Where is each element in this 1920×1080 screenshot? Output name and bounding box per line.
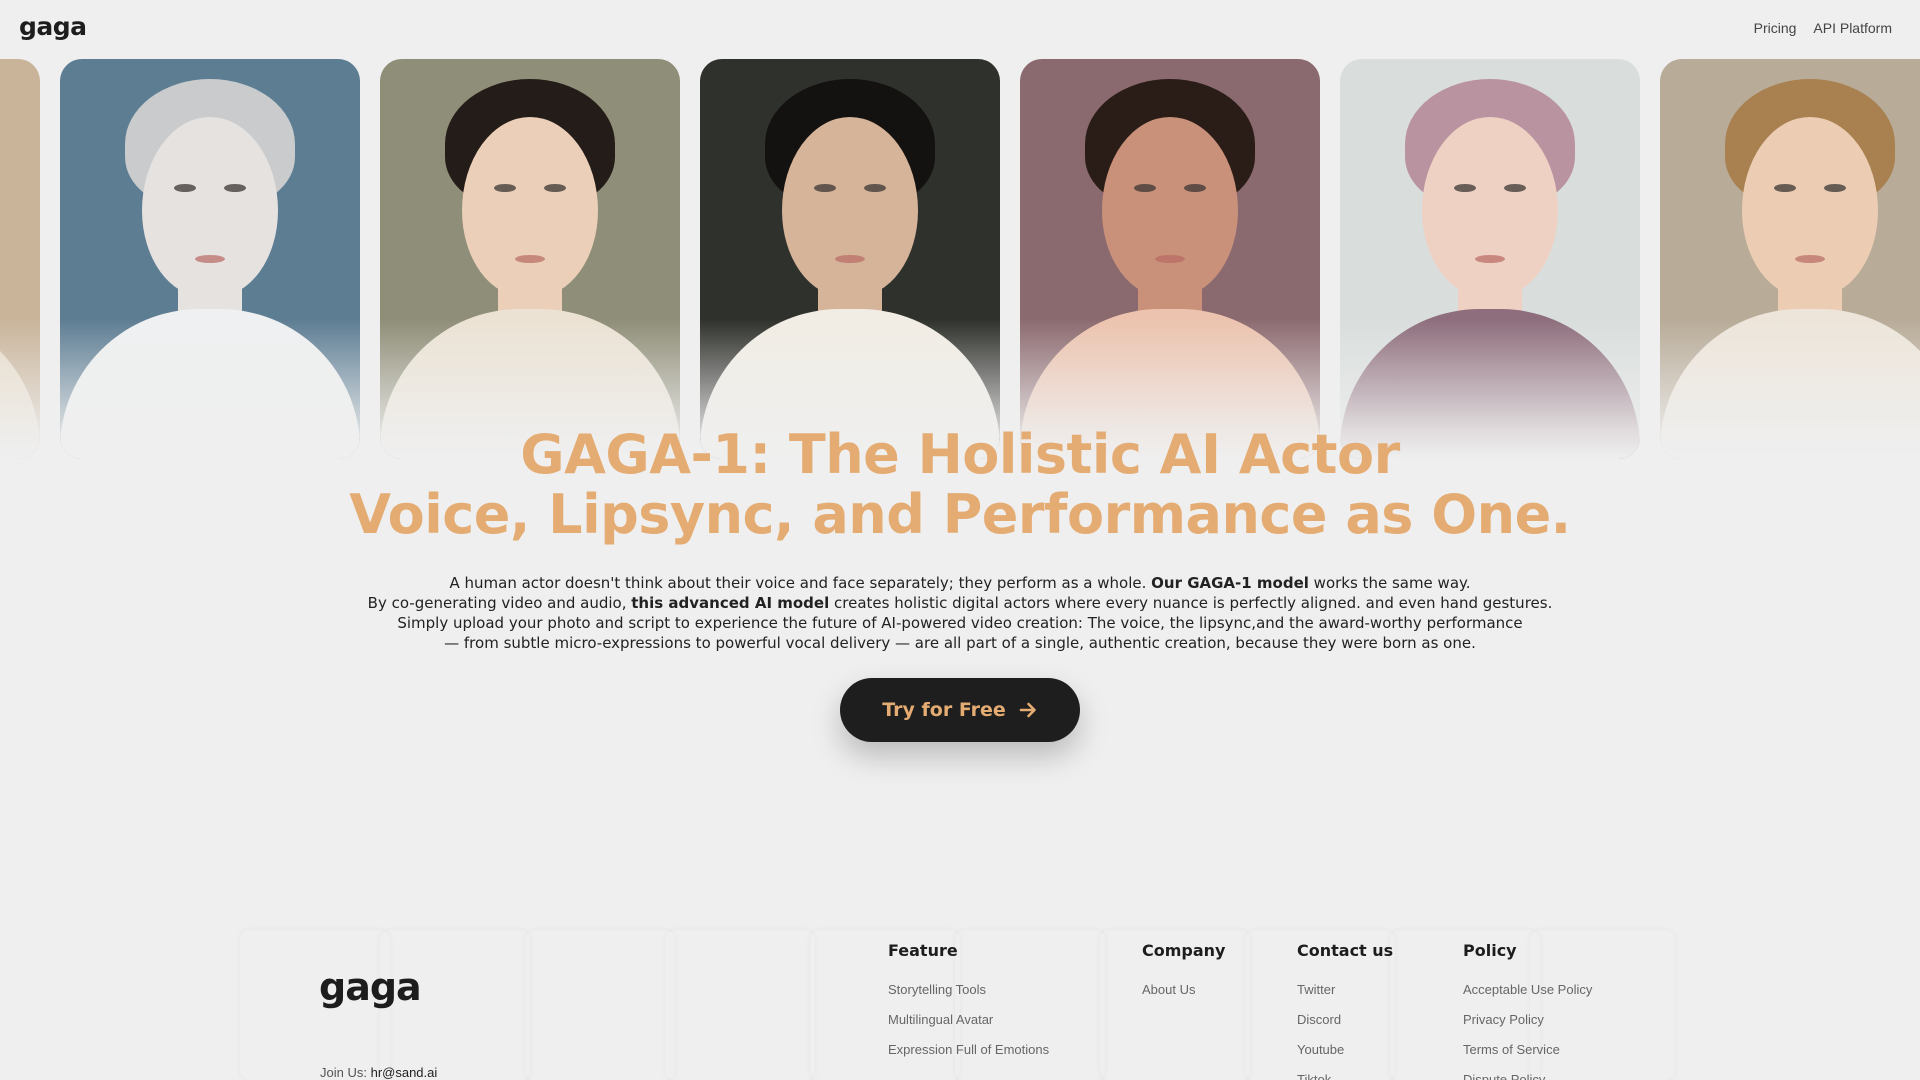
- hero-title-line-2: Voice, Lipsync, and Performance as One.: [349, 483, 1571, 546]
- desc-text: By co-generating video and audio,: [367, 594, 632, 612]
- portrait-eye: [864, 184, 886, 192]
- join-us-email-link[interactable]: hr@sand.ai: [371, 1065, 438, 1080]
- nav-link-api-platform[interactable]: API Platform: [1813, 20, 1892, 36]
- portrait-eye: [1504, 184, 1526, 192]
- portrait-face: [462, 117, 598, 297]
- footer-link-multilingual-avatar[interactable]: Multilingual Avatar: [888, 1012, 993, 1027]
- portrait-partial-left[interactable]: [0, 59, 40, 459]
- portrait-lips: [1795, 255, 1825, 263]
- join-us: Join Us: hr@sand.ai: [320, 1065, 437, 1080]
- footer-link-acceptable-use-policy[interactable]: Acceptable Use Policy: [1463, 982, 1592, 997]
- footer-link-terms-of-service[interactable]: Terms of Service: [1463, 1042, 1560, 1057]
- portrait-lips: [1155, 255, 1185, 263]
- footer-link-dispute-policy[interactable]: Dispute Policy: [1463, 1072, 1545, 1080]
- desc-text: works the same way.: [1308, 574, 1471, 592]
- footer-link-tiktok[interactable]: Tiktok: [1297, 1072, 1331, 1080]
- portrait-lips: [195, 255, 225, 263]
- footer-heading-contact: Contact us: [1297, 941, 1394, 960]
- footer-column-contact: Contact us Twitter Discord Youtube Tikto…: [1297, 941, 1393, 1080]
- page: gaga Pricing API Platform GAGA-1: The Ho…: [0, 0, 1920, 1080]
- footer-grid-cell: [665, 930, 815, 1080]
- portrait-dark-updo[interactable]: [380, 59, 680, 459]
- header-logo[interactable]: gaga: [19, 12, 87, 41]
- portrait-face: [142, 117, 278, 297]
- portrait-face: [1742, 117, 1878, 297]
- nav-link-pricing[interactable]: Pricing: [1754, 20, 1797, 36]
- join-us-label: Join Us:: [320, 1065, 367, 1080]
- top-nav: Pricing API Platform: [1754, 20, 1892, 36]
- portrait-lips: [835, 255, 865, 263]
- footer-heading-policy: Policy: [1463, 941, 1517, 960]
- portrait-lips: [1475, 255, 1505, 263]
- portrait-face: [782, 117, 918, 297]
- hero-desc-line-2: By co-generating video and audio, this a…: [0, 593, 1920, 613]
- portrait-eye: [1454, 184, 1476, 192]
- portrait-lips: [515, 255, 545, 263]
- portrait-silver-hair[interactable]: [60, 59, 360, 459]
- desc-text: A human actor doesn't think about their …: [449, 574, 1152, 592]
- hero-title-line-1: GAGA-1: The Holistic AI Actor: [520, 423, 1400, 486]
- footer-heading-feature: Feature: [888, 941, 958, 960]
- footer-heading-company: Company: [1142, 941, 1226, 960]
- portrait-wavy-hair-man[interactable]: [700, 59, 1000, 459]
- footer-link-about-us[interactable]: About Us: [1142, 982, 1195, 997]
- portrait-curly-hair[interactable]: [1020, 59, 1320, 459]
- footer-link-twitter[interactable]: Twitter: [1297, 982, 1335, 997]
- hero-desc-line-1: A human actor doesn't think about their …: [0, 573, 1920, 593]
- try-for-free-button[interactable]: Try for Free: [840, 678, 1080, 742]
- desc-text: creates holistic digital actors where ev…: [829, 594, 1553, 612]
- footer-link-expression-full-of-emotions[interactable]: Expression Full of Emotions: [888, 1042, 1049, 1057]
- arrow-right-icon: [1019, 702, 1036, 718]
- portrait-eye: [1774, 184, 1796, 192]
- desc-bold-text: Our GAGA-1 model: [1151, 574, 1309, 592]
- portrait-face: [1422, 117, 1558, 297]
- hero-title: GAGA-1: The Holistic AI Actor Voice, Lip…: [0, 425, 1920, 545]
- desc-bold-text: this advanced AI model: [631, 594, 830, 612]
- portrait-eye: [814, 184, 836, 192]
- portrait-eye: [544, 184, 566, 192]
- hero-description: A human actor doesn't think about their …: [0, 573, 1920, 653]
- portrait-eye: [174, 184, 196, 192]
- portrait-carousel: [0, 59, 1920, 459]
- footer-column-company: Company About Us: [1142, 941, 1225, 1009]
- portrait-eye: [494, 184, 516, 192]
- portrait-eye: [1134, 184, 1156, 192]
- portrait-face: [1102, 117, 1238, 297]
- cta-label: Try for Free: [882, 699, 1006, 721]
- hero-desc-line-3: Simply upload your photo and script to e…: [397, 614, 1523, 632]
- portrait-eye: [1184, 184, 1206, 192]
- portrait-eye: [224, 184, 246, 192]
- portrait-smiling-blonde[interactable]: [1660, 59, 1920, 459]
- footer-link-storytelling-tools[interactable]: Storytelling Tools: [888, 982, 986, 997]
- footer-logo[interactable]: gaga: [319, 965, 422, 1009]
- footer-link-discord[interactable]: Discord: [1297, 1012, 1341, 1027]
- footer-grid-cell: [525, 930, 675, 1080]
- portrait-hood-pink-hair[interactable]: [1340, 59, 1640, 459]
- footer-column-feature: Feature Storytelling Tools Multilingual …: [888, 941, 1049, 1069]
- footer-link-youtube[interactable]: Youtube: [1297, 1042, 1344, 1057]
- portrait-eye: [1824, 184, 1846, 192]
- footer-column-policy: Policy Acceptable Use Policy Privacy Pol…: [1463, 941, 1592, 1080]
- footer-link-privacy-policy[interactable]: Privacy Policy: [1463, 1012, 1544, 1027]
- hero-desc-line-4: — from subtle micro-expressions to power…: [444, 634, 1476, 652]
